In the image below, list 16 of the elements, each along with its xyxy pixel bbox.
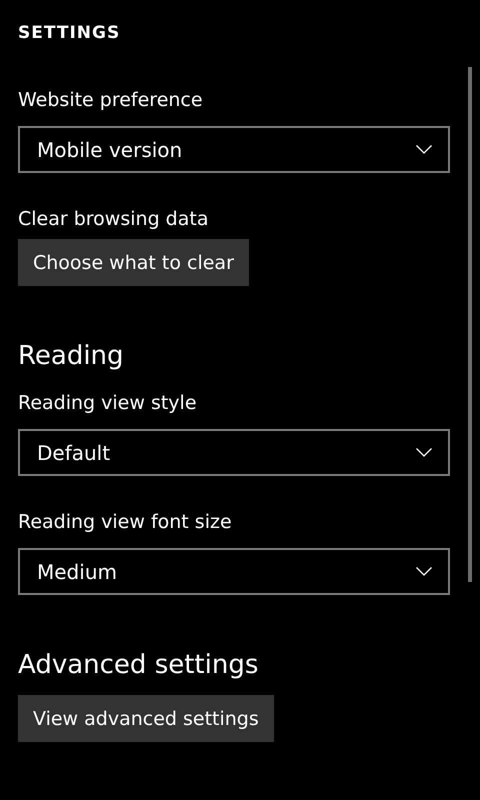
- scrollbar[interactable]: [468, 67, 472, 582]
- chevron-down-icon: [416, 567, 432, 576]
- chevron-down-icon: [416, 145, 432, 154]
- section-heading: Advanced settings: [18, 649, 258, 682]
- setting-label: Clear browsing data: [18, 207, 208, 232]
- action-button[interactable]: View advanced settings: [18, 695, 274, 742]
- dropdown[interactable]: Medium: [18, 548, 450, 595]
- setting-label: Website preference: [18, 88, 203, 113]
- action-button[interactable]: Choose what to clear: [18, 239, 249, 286]
- setting-label: Reading view style: [18, 391, 197, 416]
- dropdown[interactable]: Mobile version: [18, 126, 450, 173]
- chevron-down-icon: [416, 448, 432, 457]
- setting-label: Reading view font size: [18, 510, 232, 535]
- page-title: SETTINGS: [18, 22, 120, 45]
- dropdown[interactable]: Default: [18, 429, 450, 476]
- section-heading: Reading: [18, 340, 124, 373]
